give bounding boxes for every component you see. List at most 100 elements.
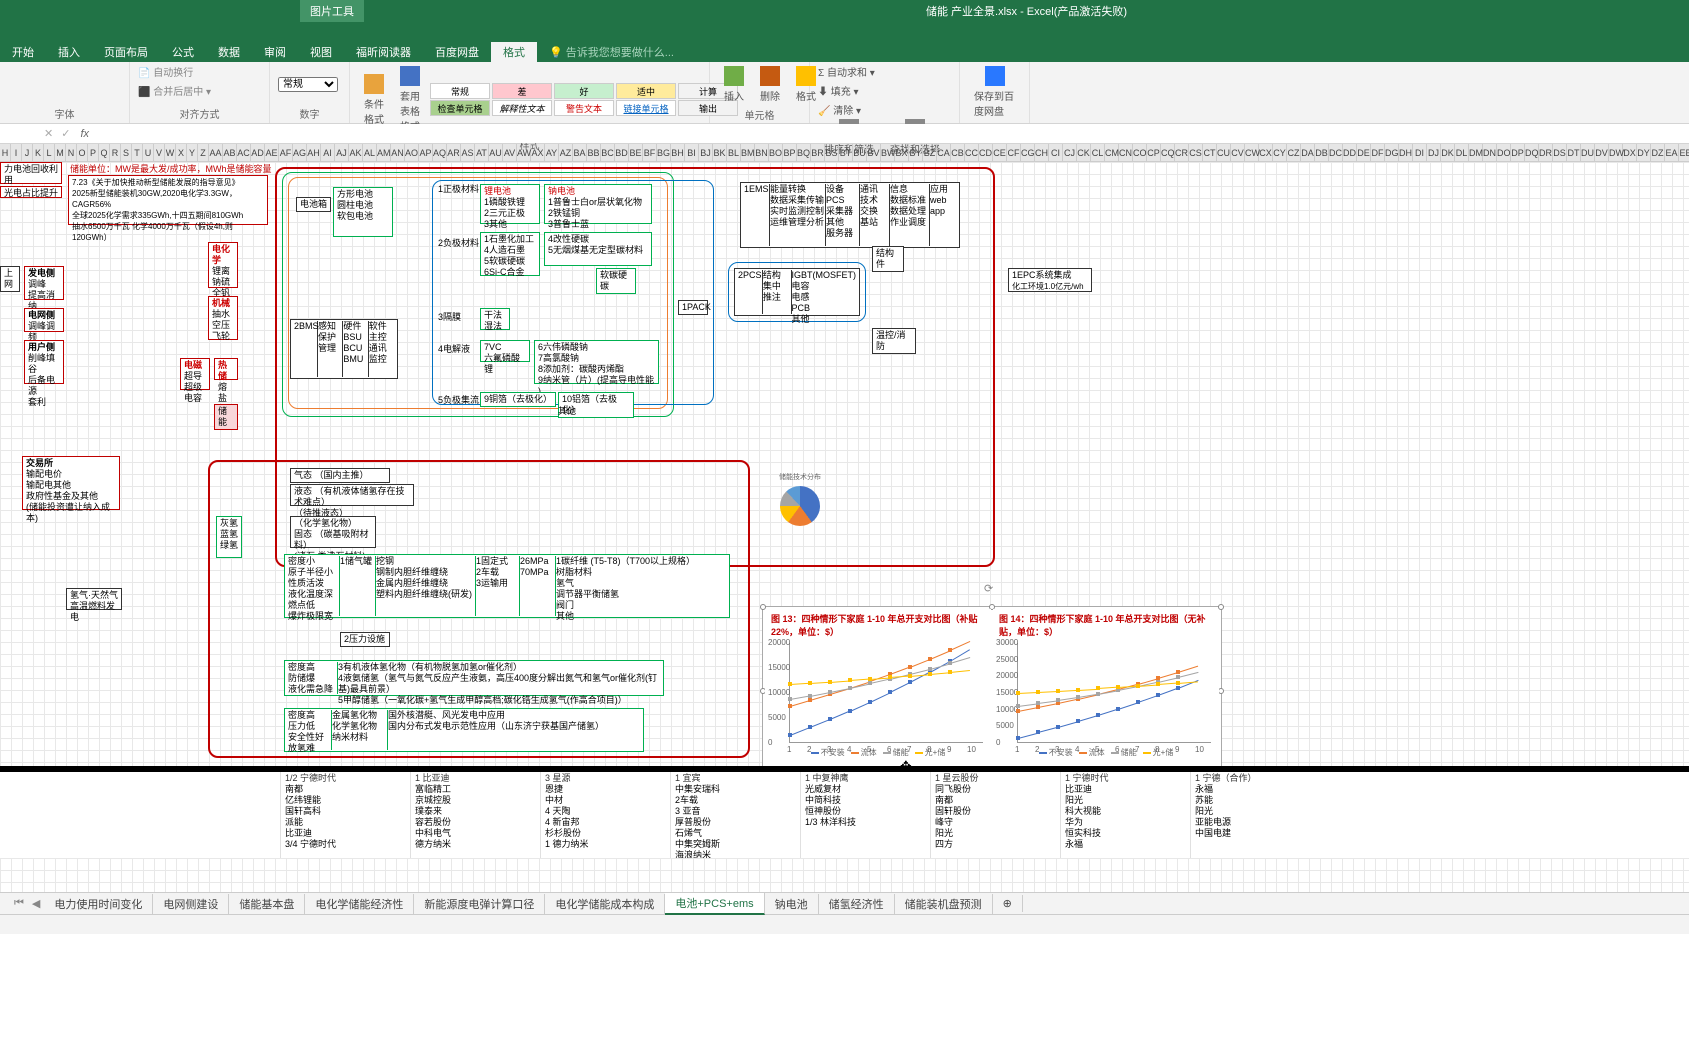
chart-14[interactable]: 图 14：四种情形下家庭 1-10 年总开支对比图（无补贴，单位：$） 0500… (993, 609, 1219, 773)
baidu-save-button[interactable]: 保存到百度网盘 (968, 64, 1021, 120)
col-header[interactable]: AK (349, 144, 363, 161)
tab-data[interactable]: 数据 (206, 42, 252, 62)
col-header[interactable]: DH (1399, 144, 1413, 161)
col-header[interactable]: AS (461, 144, 475, 161)
sheet-tab[interactable]: 电池+PCS+ems (665, 893, 764, 915)
col-header[interactable]: CX (1259, 144, 1273, 161)
col-header[interactable]: AG (293, 144, 307, 161)
col-header[interactable]: BB (587, 144, 601, 161)
col-header[interactable]: DN (1483, 144, 1497, 161)
col-header[interactable]: DY (1637, 144, 1651, 161)
col-header[interactable]: BK (713, 144, 727, 161)
col-header[interactable]: AV (503, 144, 517, 161)
col-header[interactable]: AU (489, 144, 503, 161)
cancel-icon[interactable]: ✕ (40, 127, 57, 140)
style-good[interactable]: 好 (554, 83, 614, 99)
col-header[interactable]: CU (1217, 144, 1231, 161)
col-header[interactable]: DB (1315, 144, 1329, 161)
col-header[interactable]: CF (1007, 144, 1021, 161)
col-header[interactable]: AQ (433, 144, 447, 161)
worksheet[interactable]: 储能单位：MW是最大发/成功率，MWh是储能容量 力电池回收利用 光电占比提升 … (0, 162, 1689, 892)
col-header[interactable]: EB (1679, 144, 1689, 161)
col-header[interactable]: AR (447, 144, 461, 161)
col-header[interactable]: BG (657, 144, 671, 161)
col-header[interactable]: CK (1077, 144, 1091, 161)
tab-layout[interactable]: 页面布局 (92, 42, 160, 62)
col-header[interactable]: CO (1133, 144, 1147, 161)
col-header[interactable]: V (154, 144, 165, 161)
col-header[interactable]: CH (1035, 144, 1049, 161)
col-header[interactable]: AC (237, 144, 251, 161)
col-header[interactable]: CM (1105, 144, 1119, 161)
col-header[interactable]: BJ (699, 144, 713, 161)
contextual-tab[interactable]: 图片工具 (300, 0, 364, 22)
sheet-tab[interactable]: 新能源度电弹计算口径 (414, 894, 545, 914)
style-bad[interactable]: 差 (492, 83, 552, 99)
tab-view[interactable]: 视图 (298, 42, 344, 62)
col-header[interactable]: BI (685, 144, 699, 161)
col-header[interactable]: I (11, 144, 22, 161)
col-header[interactable]: CG (1021, 144, 1035, 161)
cell-styles-gallery[interactable]: 常规 检查单元格 差 解释性文本 好 警告文本 适中 链接单元格 计算 输出 (430, 83, 738, 116)
col-header[interactable]: AD (251, 144, 265, 161)
col-header[interactable]: DC (1329, 144, 1343, 161)
col-header[interactable]: DD (1343, 144, 1357, 161)
tell-me-input[interactable]: 💡 告诉我您想要做什么... (537, 42, 686, 62)
col-header[interactable]: CA (937, 144, 951, 161)
tab-home[interactable]: 开始 (0, 42, 46, 62)
col-header[interactable]: W (165, 144, 176, 161)
col-header[interactable]: AI (321, 144, 335, 161)
sheet-tab[interactable]: 储能基本盘 (229, 894, 305, 914)
col-header[interactable]: L (44, 144, 55, 161)
tab-baidu[interactable]: 百度网盘 (423, 42, 491, 62)
col-header[interactable]: BN (755, 144, 769, 161)
col-header[interactable]: CY (1273, 144, 1287, 161)
col-header[interactable]: AJ (335, 144, 349, 161)
insert-button[interactable]: 插入 (718, 64, 750, 105)
col-header[interactable]: AB (223, 144, 237, 161)
col-header[interactable]: CP (1147, 144, 1161, 161)
charts-group[interactable]: 图 13：四种情形下家庭 1-10 年总开支对比图（补贴 22%，单位：$） 0… (762, 606, 1222, 776)
col-header[interactable]: EA (1665, 144, 1679, 161)
col-header[interactable]: H (0, 144, 11, 161)
col-header[interactable]: DP (1511, 144, 1525, 161)
delete-button[interactable]: 删除 (754, 64, 786, 105)
col-header[interactable]: CR (1175, 144, 1189, 161)
col-header[interactable]: CZ (1287, 144, 1301, 161)
col-header[interactable]: AF (279, 144, 293, 161)
style-normal[interactable]: 常规 (430, 83, 490, 99)
sheet-tab[interactable]: 电力使用时间变化 (44, 894, 153, 914)
col-header[interactable]: BM (741, 144, 755, 161)
formula-input[interactable] (95, 124, 1689, 143)
tab-nav-prev-icon[interactable]: ◀ (28, 897, 44, 910)
col-header[interactable]: CC (965, 144, 979, 161)
col-header[interactable]: CD (979, 144, 993, 161)
col-header[interactable]: BF (643, 144, 657, 161)
merge-center-button[interactable]: ⬛ 合并后居中 ▾ (138, 83, 211, 98)
col-header[interactable]: AL (363, 144, 377, 161)
sheet-tab[interactable]: 钠电池 (765, 894, 819, 914)
col-header[interactable]: DA (1301, 144, 1315, 161)
wrap-text-button[interactable]: 📄 自动换行 (138, 64, 193, 79)
style-check[interactable]: 检查单元格 (430, 100, 490, 116)
sheet-tab[interactable]: 储能装机盘预测 (895, 894, 993, 914)
col-header[interactable]: N (66, 144, 77, 161)
col-header[interactable]: P (88, 144, 99, 161)
col-header[interactable]: AO (405, 144, 419, 161)
col-header[interactable]: CL (1091, 144, 1105, 161)
col-header[interactable]: DO (1497, 144, 1511, 161)
col-header[interactable]: DW (1609, 144, 1623, 161)
col-header[interactable]: J (22, 144, 33, 161)
col-header[interactable]: CV (1231, 144, 1245, 161)
sheet-tab[interactable]: 电网侧建设 (153, 894, 229, 914)
col-header[interactable]: DR (1539, 144, 1553, 161)
col-header[interactable]: BT (839, 144, 853, 161)
sheet-tab[interactable]: 电化学储能经济性 (305, 894, 414, 914)
col-header[interactable]: CS (1189, 144, 1203, 161)
new-sheet-button[interactable]: ⊕ (993, 895, 1023, 912)
clear-button[interactable]: 🧹 清除 ▾ (818, 102, 861, 117)
tab-insert[interactable]: 插入 (46, 42, 92, 62)
col-header[interactable]: CE (993, 144, 1007, 161)
col-header[interactable]: AW (517, 144, 531, 161)
col-header[interactable]: Z (198, 144, 209, 161)
